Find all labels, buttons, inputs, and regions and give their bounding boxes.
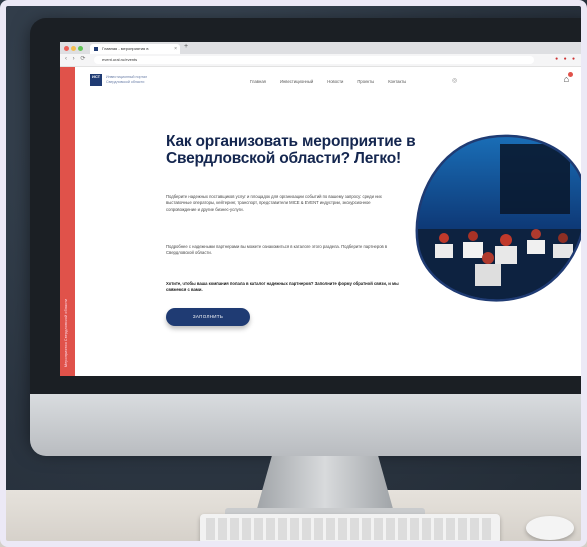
search-icon[interactable]: ◎ <box>452 77 457 84</box>
window-close-dot[interactable] <box>64 46 69 51</box>
partner-call-paragraph: Хотите, чтобы ваша компания попала в кат… <box>166 281 399 293</box>
keyboard-keys <box>206 518 494 540</box>
site-logo-text[interactable]: Инвестиционный портал Свердловской облас… <box>106 75 166 85</box>
notification-badge <box>568 72 573 77</box>
top-navigation: Главная Инвестиционный Новости Проекты К… <box>250 79 406 84</box>
nav-arrows-icon[interactable]: ‹ › ⟳ <box>65 55 87 62</box>
site-logo-mark[interactable]: ИСТ <box>90 74 102 86</box>
browser-tab-strip: Главная - мероприятия в × + <box>60 42 587 54</box>
side-ribbon[interactable]: Мероприятия Свердловской области <box>60 67 75 376</box>
mouse <box>526 516 574 540</box>
nav-item-projects[interactable]: Проекты <box>357 79 374 84</box>
tab-title: Главная - мероприятия в <box>102 46 149 51</box>
catalog-paragraph: Подробнее с надежными партнерами вы може… <box>166 244 388 256</box>
nav-item-contacts[interactable]: Контакты <box>388 79 406 84</box>
extension-icons[interactable]: ● ● ● <box>555 56 577 62</box>
keyboard <box>200 514 500 544</box>
event-photo <box>415 134 587 302</box>
address-bar: ‹ › ⟳ event.ural.ru/events ● ● ● <box>60 54 587 67</box>
monitor-stand <box>255 456 395 516</box>
hero-title: Как организовать мероприятие в Свердловс… <box>166 133 416 167</box>
nav-item-investment[interactable]: Инвестиционный <box>280 79 313 84</box>
nav-item-news[interactable]: Новости <box>327 79 343 84</box>
browser-tab[interactable]: Главная - мероприятия в × <box>90 44 180 54</box>
screen: Главная - мероприятия в × + ‹ › ⟳ event.… <box>60 42 587 376</box>
url-input[interactable]: event.ural.ru/events <box>94 56 534 64</box>
monitor-chin <box>30 394 587 456</box>
intro-paragraph: Подберите надежных поставщиков услуг и п… <box>166 194 382 212</box>
tab-close-icon[interactable]: × <box>174 44 177 54</box>
nav-item-home[interactable]: Главная <box>250 79 266 84</box>
window-minimize-dot[interactable] <box>71 46 76 51</box>
new-tab-icon[interactable]: + <box>184 43 188 50</box>
favicon-icon <box>94 47 98 51</box>
window-maximize-dot[interactable] <box>78 46 83 51</box>
fill-form-button[interactable]: ЗАПОЛНИТЬ <box>166 308 250 326</box>
side-ribbon-label: Мероприятия Свердловской области <box>64 298 68 367</box>
